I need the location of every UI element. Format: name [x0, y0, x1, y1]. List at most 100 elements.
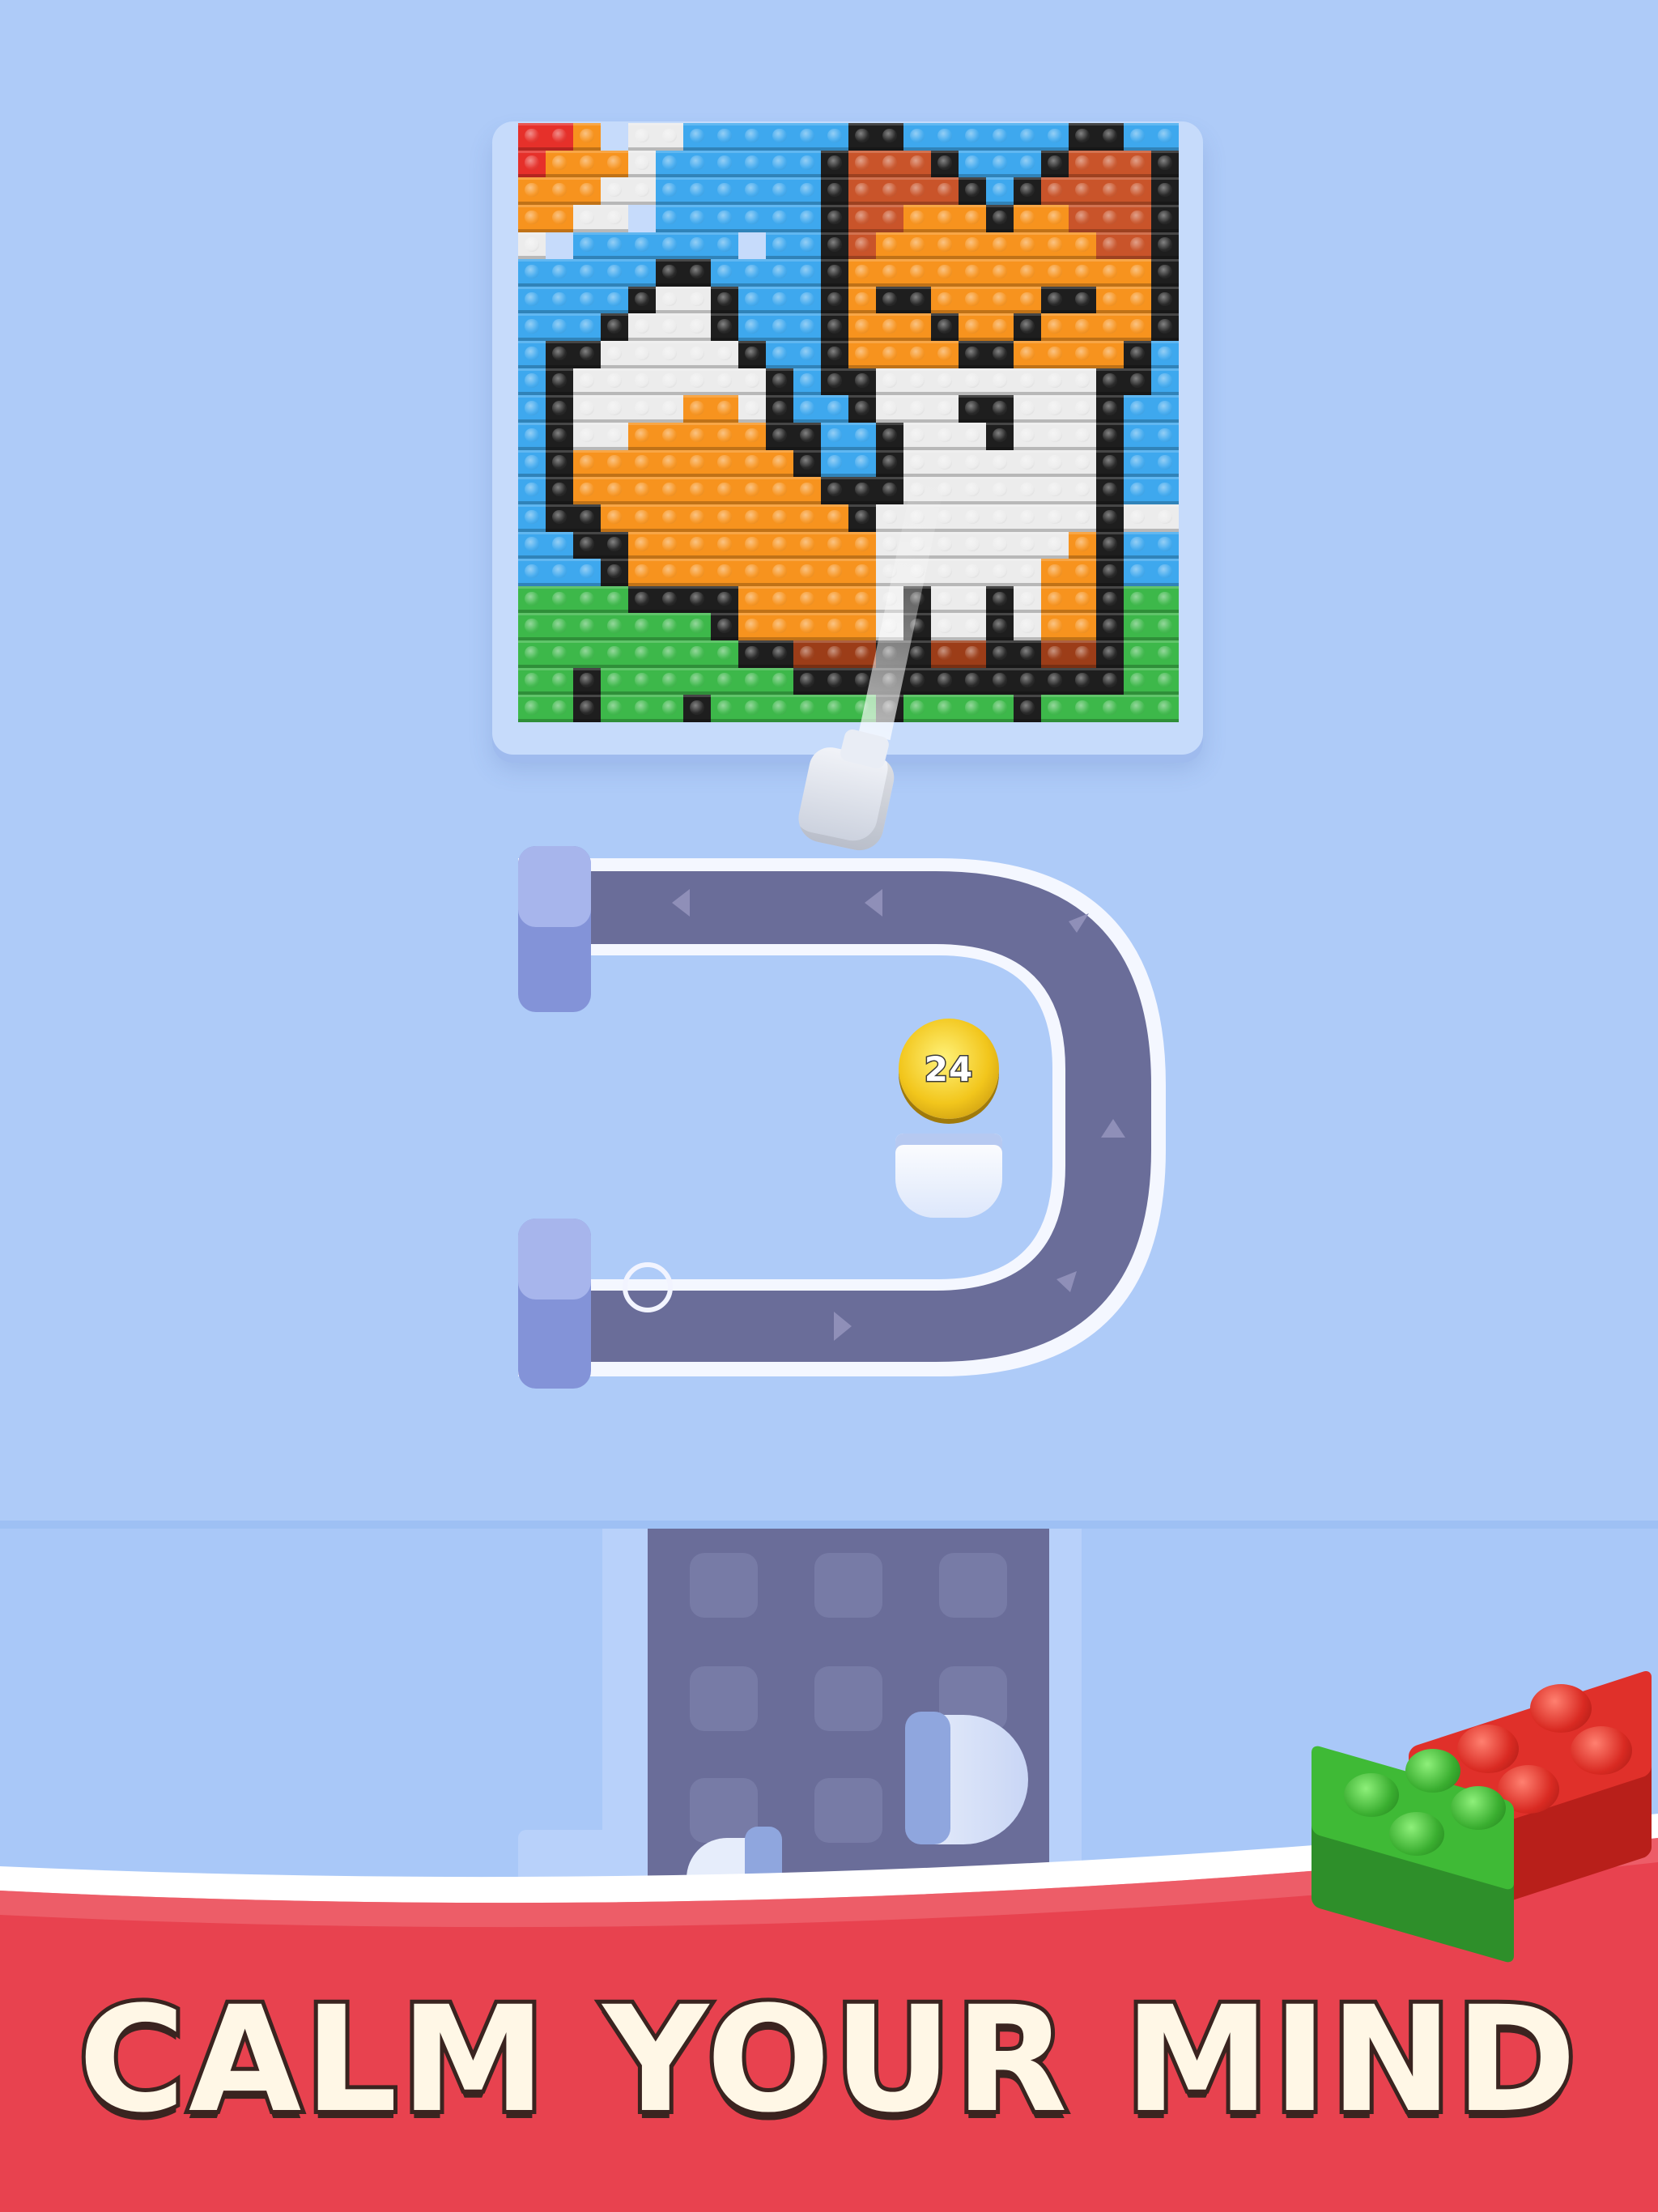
pixel-brick [1124, 695, 1151, 722]
pixel-brick [959, 123, 986, 151]
pixel-brick [738, 559, 766, 586]
pixel-brick [518, 613, 546, 641]
pixel-brick [766, 286, 793, 314]
pixel-brick [628, 232, 656, 260]
pixel-brick [683, 531, 711, 559]
pixel-brick [766, 177, 793, 205]
pixel-brick [793, 477, 821, 504]
pixel-brick [573, 150, 601, 178]
pixel-brick [1014, 559, 1041, 586]
pixel-brick [601, 477, 628, 504]
pixel-brick [848, 395, 876, 423]
pixel-brick [766, 640, 793, 668]
pixel-brick [738, 368, 766, 396]
pixel-brick [766, 259, 793, 287]
pixel-brick [1151, 368, 1179, 396]
pixel-brick [573, 313, 601, 342]
pixel-brick [711, 232, 738, 260]
pixel-brick [601, 204, 628, 232]
pixel-brick [738, 585, 766, 614]
pixel-brick [959, 259, 986, 287]
pixel-brick [573, 341, 601, 368]
pixel-brick [628, 531, 656, 559]
pixel-brick [683, 232, 711, 260]
pixel-brick [848, 259, 876, 287]
pixel-brick [1014, 585, 1041, 614]
pixel-brick [821, 504, 848, 532]
collector-cup[interactable] [895, 1134, 1002, 1218]
pixel-brick [1041, 177, 1069, 205]
pixel-brick [1014, 449, 1041, 478]
pixel-brick [793, 423, 821, 450]
pixel-brick [903, 177, 931, 205]
pixel-brick [1014, 613, 1041, 641]
pixel-brick [848, 531, 876, 559]
pixel-brick [1014, 204, 1041, 232]
pixel-brick [1014, 313, 1041, 342]
pixel-brick [573, 204, 601, 232]
pixel-brick [1041, 395, 1069, 423]
pixel-brick [1069, 150, 1096, 178]
pixel-brick [959, 204, 986, 232]
pixel-brick [821, 477, 848, 504]
pixel-brick [683, 286, 711, 314]
pixel-brick [711, 150, 738, 178]
pixel-brick [1069, 449, 1096, 478]
pixel-brick [1069, 341, 1096, 368]
pixel-brick [876, 423, 903, 450]
pixel-brick [656, 259, 683, 287]
pixel-brick [738, 667, 766, 696]
pixel-brick [959, 341, 986, 368]
pixel-brick [573, 259, 601, 287]
pixel-brick [903, 313, 931, 342]
pixel-brick [876, 150, 903, 178]
pixel-brick [1151, 423, 1179, 450]
pixel-brick [601, 559, 628, 586]
pixel-brick [683, 640, 711, 668]
pixel-brick [518, 259, 546, 287]
pixel-brick [1096, 585, 1124, 614]
pixel-brick [738, 531, 766, 559]
pixel-brick [1041, 695, 1069, 722]
pixel-brick [1151, 313, 1179, 342]
pixel-brick [518, 123, 546, 151]
pixel-brick [1151, 695, 1179, 722]
pixel-brick [573, 477, 601, 504]
pixel-brick [656, 286, 683, 314]
pixel-brick [766, 123, 793, 151]
pixel-brick [1069, 477, 1096, 504]
pixel-brick [711, 313, 738, 342]
pixel-brick [986, 259, 1014, 287]
pixel-brick [1014, 232, 1041, 260]
pixel-brick [766, 477, 793, 504]
pixel-brick [1151, 613, 1179, 641]
pixel-brick [1151, 341, 1179, 368]
pixel-brick [1096, 667, 1124, 696]
pixel-brick [546, 695, 573, 722]
pixel-brick [821, 232, 848, 260]
pixel-brick [931, 232, 959, 260]
pixel-brick [546, 423, 573, 450]
pixel-brick [1014, 123, 1041, 151]
pixel-brick [1096, 204, 1124, 232]
pixel-brick [573, 667, 601, 696]
pixel-brick [793, 504, 821, 532]
conveyor-track[interactable] [486, 826, 1214, 1409]
pixel-brick [683, 585, 711, 614]
pixel-brick [656, 531, 683, 559]
pixel-brick [1069, 667, 1096, 696]
pixel-brick [931, 449, 959, 478]
pixel-brick [986, 531, 1014, 559]
pixel-brick [986, 368, 1014, 396]
pixel-brick [959, 150, 986, 178]
pixel-brick [1014, 423, 1041, 450]
pixel-brick [683, 341, 711, 368]
pixel-brick [986, 667, 1014, 696]
pixel-brick [601, 177, 628, 205]
pixel-brick [1069, 286, 1096, 314]
pixel-brick [1124, 259, 1151, 287]
pixel-brick [601, 449, 628, 478]
pixel-brick [546, 150, 573, 178]
pixel-brick [1151, 177, 1179, 205]
pixel-brick [601, 585, 628, 614]
